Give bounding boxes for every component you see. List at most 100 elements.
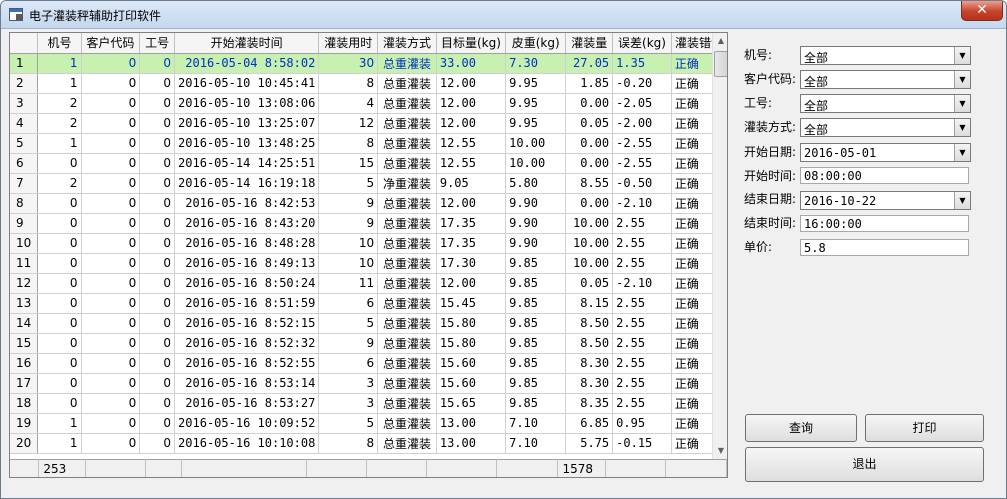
chevron-down-icon[interactable]: ▼ xyxy=(954,119,970,136)
table-cell: 2016-05-16 8:52:15 xyxy=(174,313,320,334)
row-header: 14 xyxy=(10,313,39,334)
table-cell: 1.35 xyxy=(612,53,672,74)
row-header: 9 xyxy=(10,213,39,234)
chevron-down-icon[interactable]: ▼ xyxy=(954,71,970,88)
column-header[interactable]: 灌装量 xyxy=(565,33,614,54)
customer-select[interactable]: 全部 ▼ xyxy=(800,70,971,89)
method-select[interactable]: 全部 ▼ xyxy=(800,118,971,137)
scroll-thumb[interactable] xyxy=(714,51,727,77)
table-cell: 2016-05-16 8:53:14 xyxy=(174,373,320,394)
table-cell: 8.55 xyxy=(565,173,614,194)
table-cell: 0 xyxy=(81,73,141,94)
table-row[interactable]: 20 1 0 0 2016-05-16 10:10:08 8 总重灌装 13.00 7.10 5.… xyxy=(10,433,727,454)
table-row[interactable]: 9 0 0 0 2016-05-16 8:43:20 9 总重灌装 17.35 9.90 10.0… xyxy=(10,213,727,234)
table-row[interactable]: 10 0 0 0 2016-05-16 8:48:28 10 总重灌装 17.35 9.90 10… xyxy=(10,233,727,254)
table-cell: 总重灌装 xyxy=(377,273,437,294)
close-button[interactable]: ✕ xyxy=(961,1,1003,21)
start-date-label: 开始日期: xyxy=(744,145,797,159)
column-header[interactable]: 工号 xyxy=(139,33,176,54)
table-row[interactable]: 2 1 0 0 2016-05-10 10:45:41 8 总重灌装 12.00 9.95 1.8… xyxy=(10,73,727,94)
table-cell: 5 xyxy=(318,313,379,334)
start-date-picker[interactable]: 2016-05-01 ▼ xyxy=(800,143,971,162)
start-time-label: 开始时间: xyxy=(744,169,797,183)
table-row[interactable]: 8 0 0 0 2016-05-16 8:42:53 9 总重灌装 12.00 9.90 0.00… xyxy=(10,193,727,214)
chevron-down-icon[interactable]: ▼ xyxy=(954,192,970,209)
table-row[interactable]: 4 2 0 0 2016-05-10 13:25:07 12 总重灌装 12.00 9.95 0.… xyxy=(10,113,727,134)
column-header[interactable]: 机号 xyxy=(37,33,82,54)
table-cell: -2.55 xyxy=(612,153,672,174)
column-header[interactable]: 灌装方式 xyxy=(377,33,437,54)
table-cell: 总重灌装 xyxy=(377,193,437,214)
exit-button[interactable]: 退出 xyxy=(745,447,984,482)
column-header[interactable]: 灌装用时 xyxy=(318,33,379,54)
table-row[interactable]: 11 0 0 0 2016-05-16 8:49:13 10 总重灌装 17.30 9.85 10… xyxy=(10,253,727,274)
column-header[interactable]: 皮重(kg) xyxy=(505,33,567,54)
table-cell: 0 xyxy=(37,393,82,414)
table-cell: 0 xyxy=(81,153,141,174)
chevron-down-icon[interactable]: ▼ xyxy=(954,47,970,64)
table-cell: 总重灌装 xyxy=(377,253,437,274)
table-cell: 2016-05-10 13:48:25 xyxy=(174,133,320,154)
table-row[interactable]: 13 0 0 0 2016-05-16 8:51:59 6 总重灌装 15.45 9.85 8.1… xyxy=(10,293,727,314)
table-cell: 3 xyxy=(318,393,379,414)
table-cell: 15.60 xyxy=(436,353,507,374)
table-row[interactable]: 6 0 0 0 2016-05-14 14:25:51 15 总重灌装 12.55 10.00 0… xyxy=(10,153,727,174)
table-row[interactable]: 18 0 0 0 2016-05-16 8:53:27 3 总重灌装 15.65 9.85 8.3… xyxy=(10,393,727,414)
table-cell: 2016-05-04 8:58:02 xyxy=(174,53,320,74)
print-button[interactable]: 打印 xyxy=(865,414,984,442)
column-header[interactable]: 客户代码 xyxy=(81,33,141,54)
column-header[interactable]: 误差(kg) xyxy=(612,33,672,54)
end-time-input[interactable]: 16:00:00 xyxy=(800,215,969,232)
table-row[interactable]: 14 0 0 0 2016-05-16 8:52:15 5 总重灌装 15.80 9.85 8.5… xyxy=(10,313,727,334)
table-cell: 0 xyxy=(139,153,176,174)
query-button[interactable]: 查询 xyxy=(745,414,857,442)
table-row[interactable]: 7 2 0 0 2016-05-14 16:19:18 5 净重灌装 9.05 5.80 8.55… xyxy=(10,173,727,194)
row-header: 5 xyxy=(10,133,39,154)
table-cell: 0 xyxy=(81,133,141,154)
scroll-up-icon[interactable]: ▲ xyxy=(715,35,727,47)
table-cell: 0 xyxy=(37,233,82,254)
table-cell: 10.00 xyxy=(565,253,614,274)
table-row[interactable]: 19 1 0 0 2016-05-16 10:09:52 5 总重灌装 13.00 7.10 6.… xyxy=(10,413,727,434)
table-row[interactable]: 15 0 0 0 2016-05-16 8:52:32 9 总重灌装 15.80 9.85 8.5… xyxy=(10,333,727,354)
row-header: 6 xyxy=(10,153,39,174)
worker-select[interactable]: 全部 ▼ xyxy=(800,94,971,113)
column-header[interactable] xyxy=(10,33,39,54)
totals-cell xyxy=(605,459,667,477)
table-row[interactable]: 17 0 0 0 2016-05-16 8:53:14 3 总重灌装 15.60 9.85 8.3… xyxy=(10,373,727,394)
table-cell: 总重灌装 xyxy=(377,373,437,394)
column-header[interactable]: 开始灌装时间 xyxy=(174,33,320,54)
column-header[interactable]: 目标量(kg) xyxy=(436,33,507,54)
table-cell: 10 xyxy=(318,233,379,254)
table-cell: 5.75 xyxy=(565,433,614,454)
row-header: 12 xyxy=(10,273,39,294)
table-cell: 9.95 xyxy=(505,73,567,94)
table-cell: 9.85 xyxy=(505,253,567,274)
table-cell: -2.00 xyxy=(612,113,672,134)
start-time-input[interactable]: 08:00:00 xyxy=(800,167,969,184)
end-date-picker[interactable]: 2016-10-22 ▼ xyxy=(800,191,971,210)
row-header: 1 xyxy=(10,53,39,74)
table-cell: 0 xyxy=(81,293,141,314)
table-row[interactable]: 3 2 0 0 2016-05-10 13:08:06 4 总重灌装 12.00 9.95 0.0… xyxy=(10,93,727,114)
vertical-scrollbar[interactable]: ▲ ▼ xyxy=(712,33,727,459)
chevron-down-icon[interactable]: ▼ xyxy=(954,95,970,112)
table-cell: 0.05 xyxy=(565,113,614,134)
table-cell: 9.85 xyxy=(505,353,567,374)
row-header: 20 xyxy=(10,433,39,454)
table-row[interactable]: 5 1 0 0 2016-05-10 13:48:25 8 总重灌装 12.55 10.00 0.… xyxy=(10,133,727,154)
table-cell: 17.30 xyxy=(436,253,507,274)
machine-select[interactable]: 全部 ▼ xyxy=(800,46,971,65)
table-cell: 33.00 xyxy=(436,53,507,74)
price-input[interactable]: 5.8 xyxy=(800,239,969,256)
table-cell: 0 xyxy=(81,393,141,414)
table-cell: 9 xyxy=(318,333,379,354)
table-row[interactable]: 1 1 0 0 2016-05-04 8:58:02 30 总重灌装 33.00 7.30 27.… xyxy=(10,53,727,74)
table-row[interactable]: 16 0 0 0 2016-05-16 8:52:55 6 总重灌装 15.60 9.85 8.3… xyxy=(10,353,727,374)
records-grid[interactable]: 机号 客户代码 工号 开始灌装时间 灌装用时 灌装方式 目标量(kg) 皮重(kg) 灌装量 误差… xyxy=(9,32,728,478)
row-header: 11 xyxy=(10,253,39,274)
scroll-down-icon[interactable]: ▼ xyxy=(715,445,727,457)
table-row[interactable]: 12 0 0 0 2016-05-16 8:50:24 11 总重灌装 12.00 9.85 0.… xyxy=(10,273,727,294)
chevron-down-icon[interactable]: ▼ xyxy=(954,144,970,161)
table-cell: 9.95 xyxy=(505,93,567,114)
